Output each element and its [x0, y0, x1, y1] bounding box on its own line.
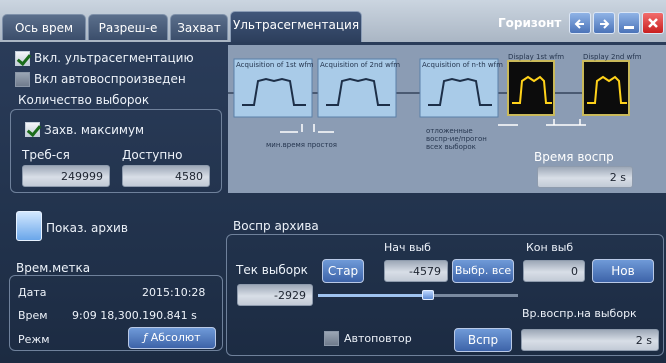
ultraseg-diagram-panel: Acquisition of 1st wfm Acquisition of 2n… [228, 45, 666, 193]
show-archive-icon[interactable] [16, 211, 42, 241]
ultrasegmentation-dialog: Ось врем Разреш-е Захват Ультрасегментац… [0, 0, 666, 363]
end-sample-label: Кон выб [526, 241, 574, 254]
tab-timebase[interactable]: Ось врем [2, 14, 86, 40]
end-sample-field[interactable]: 0 [523, 260, 585, 282]
per-sample-time-label: Вр.воспр.на выборк [522, 307, 637, 320]
caption-acq-1: Acquisition of 1st wfm [236, 61, 314, 69]
minimize-icon [624, 26, 634, 29]
mode-value: Абсолют [150, 331, 201, 344]
history-note-1: отложенные [426, 127, 473, 135]
close-icon [648, 18, 658, 28]
caption-acq-n: Acquisition of n-th wfm [422, 61, 503, 69]
start-sample-field[interactable]: -4579 [384, 260, 448, 282]
playback-time-label: Время воспр [534, 150, 614, 164]
caption-acq-2: Acquisition of 2nd wfm [320, 61, 401, 69]
play-button[interactable]: Вспр [454, 328, 512, 352]
playback-time-field[interactable]: 2 s [537, 166, 633, 188]
back-button[interactable] [569, 12, 591, 34]
required-samples-field[interactable]: 249999 [22, 165, 110, 187]
tab-bar: Ось врем Разреш-е Захват Ультрасегментац… [0, 0, 666, 42]
date-label: Дата [18, 286, 47, 299]
start-button[interactable]: Стар [322, 259, 364, 283]
new-button[interactable]: Нов [592, 259, 654, 283]
sample-count-title: Количество выборок [18, 93, 150, 107]
mode-select[interactable]: ƒ Абсолют [128, 327, 216, 349]
tab-ultrasegmentation[interactable]: Ультрасегментация [230, 11, 362, 42]
capture-max-label: Захв. максимум [44, 123, 145, 137]
back-icon [574, 19, 584, 29]
close-button[interactable] [642, 12, 664, 34]
dialog-title: Горизонт [498, 16, 562, 30]
enable-autoplay-label: Вкл автовоспроизведен [34, 72, 186, 86]
autorepeat-checkbox[interactable] [324, 331, 339, 346]
forward-icon [600, 19, 610, 29]
date-value: 2015:10:28 [142, 286, 206, 299]
enable-ultrasegmentation-checkbox[interactable] [15, 51, 30, 66]
minimize-button[interactable] [618, 12, 640, 34]
history-note-3: всех выборок [426, 143, 476, 151]
mode-label: Режм [18, 333, 50, 346]
sample-slider[interactable] [318, 290, 518, 300]
start-sample-label: Нач выб [384, 241, 431, 254]
required-label: Треб-ся [22, 148, 70, 162]
capture-max-checkbox[interactable] [25, 122, 40, 137]
tab-resolution[interactable]: Разреш-е [88, 14, 168, 40]
slider-thumb[interactable] [422, 290, 434, 300]
available-label: Доступно [122, 148, 183, 162]
available-samples-field: 4580 [122, 165, 210, 187]
select-all-button[interactable]: Выбр. все [452, 259, 514, 283]
forward-button[interactable] [593, 12, 615, 34]
current-sample-label: Тек выборк [236, 263, 308, 277]
enable-autoplay-checkbox[interactable] [15, 72, 30, 87]
time-label: Врем [18, 309, 48, 322]
enable-ultrasegmentation-label: Вкл. ультрасегментацию [34, 51, 194, 65]
history-note-2: воспр-ие/прогон [426, 135, 487, 143]
time-value: 9:09 18,300.190.841 s [72, 309, 197, 322]
dead-time-caption: мин.время простоя [266, 141, 337, 149]
autorepeat-label: Автоповтор [344, 332, 412, 345]
timestamp-title: Врем.метка [16, 261, 91, 275]
caption-display-1: Display 1st wfm [508, 53, 565, 61]
function-icon: ƒ [143, 331, 148, 344]
caption-display-2: Display 2nd wfm [583, 53, 642, 61]
playback-title: Воспр архива [233, 219, 319, 233]
per-sample-time-field[interactable]: 2 s [521, 329, 659, 351]
current-sample-field[interactable]: -2929 [237, 284, 313, 306]
tab-acquisition[interactable]: Захват [170, 14, 228, 40]
show-archive-label: Показ. архив [46, 221, 128, 235]
slider-fill [318, 294, 428, 297]
